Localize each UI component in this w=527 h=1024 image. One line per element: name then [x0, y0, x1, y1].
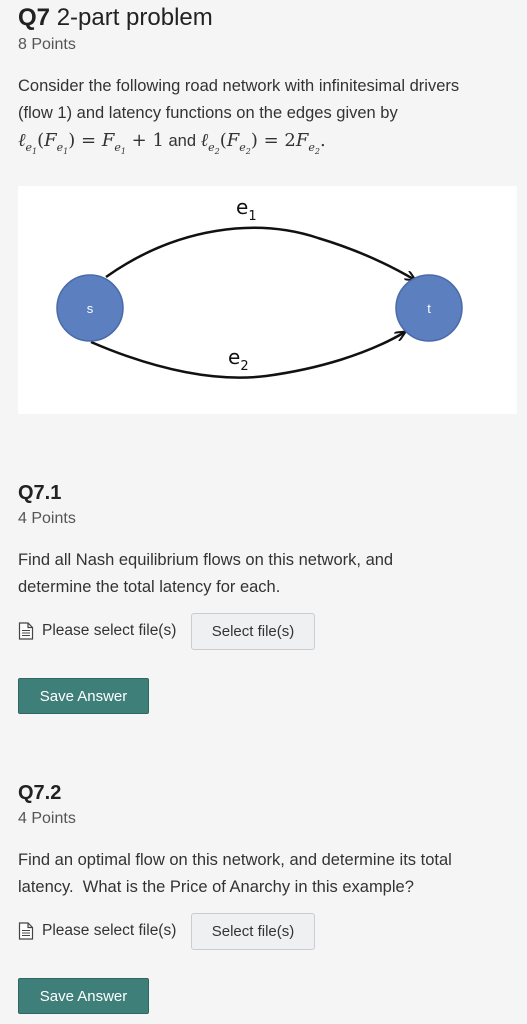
subquestion-1-line-1: Find all Nash equilibrium flows on this … — [18, 551, 394, 569]
select-files-button[interactable]: Select file(s) — [191, 913, 315, 950]
subquestion-1-file-row: Please select file(s) — [18, 613, 176, 649]
document-icon — [18, 622, 34, 640]
save-answer-button[interactable]: Save Answer — [18, 678, 149, 714]
latency-formula: ℓe1(Fe1) = Fe1 + 1 and ℓe2(Fe2) = 2Fe2. — [18, 130, 326, 156]
subquestion-2-text: Find an optimal flow on this network, an… — [18, 847, 523, 901]
subquestion-1-points: 4 Points — [18, 510, 76, 527]
edge-e2-label: e2 — [228, 345, 249, 374]
subquestion-1-number: Q7.1 — [18, 482, 62, 504]
question-title: Q7 2-part problem — [18, 4, 213, 32]
document-icon — [18, 922, 34, 940]
subquestion-2-line-1: Find an optimal flow on this network, an… — [18, 851, 452, 869]
intro-line-1: Consider the following road network with… — [18, 77, 460, 95]
subquestion-1-text: Find all Nash equilibrium flows on this … — [18, 547, 518, 601]
subquestion-1-line-2: determine the total latency for each. — [18, 578, 281, 596]
subquestion-2-number: Q7.2 — [18, 782, 62, 804]
subquestion-2-line-2: latency. What is the Price of Anarchy in… — [18, 878, 414, 896]
question-title-text: 2-part problem — [56, 4, 213, 31]
file-status-label: Please select file(s) — [42, 622, 177, 639]
question-intro: Consider the following road network with… — [18, 73, 518, 165]
subquestion-2-file-row: Please select file(s) — [18, 913, 176, 949]
question-points: 8 Points — [18, 36, 76, 53]
node-t-label: t — [427, 301, 431, 316]
file-status-label: Please select file(s) — [42, 922, 177, 939]
select-files-button[interactable]: Select file(s) — [191, 613, 315, 650]
question-number: Q7 — [18, 4, 51, 31]
edge-e1-label: e1 — [236, 195, 257, 224]
save-answer-button[interactable]: Save Answer — [18, 978, 149, 1014]
intro-line-2: (flow 1) and latency functions on the ed… — [18, 104, 398, 122]
edge-e1 — [105, 226, 415, 280]
network-diagram: s t e1 e2 — [18, 186, 517, 414]
and-word: and — [168, 132, 197, 150]
network-diagram-svg: s t e1 e2 — [56, 195, 463, 379]
node-s-label: s — [87, 301, 94, 316]
subquestion-2-points: 4 Points — [18, 810, 76, 827]
